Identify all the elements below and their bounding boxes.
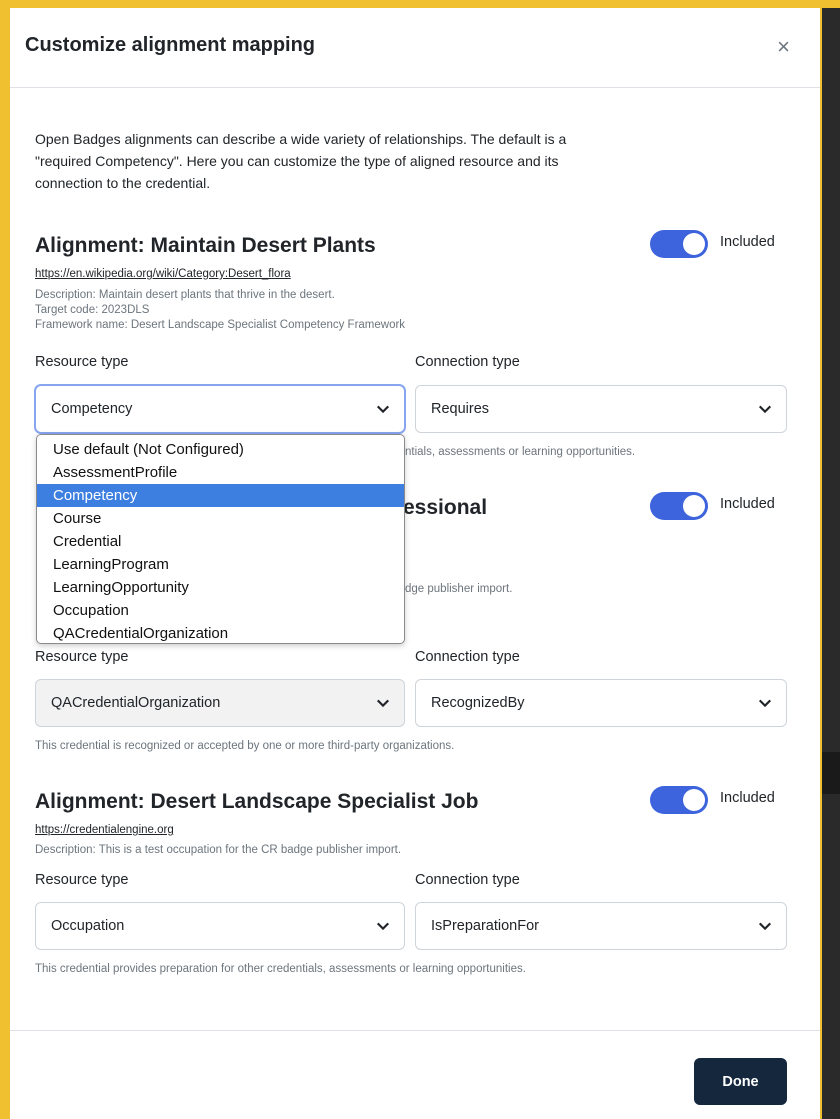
backdrop <box>822 0 840 1119</box>
dropdown-option[interactable]: LearningOpportunity <box>37 576 404 599</box>
dropdown-option[interactable]: Use default (Not Configured) <box>37 438 404 461</box>
select-value: QACredentialOrganization <box>51 695 221 711</box>
alignment-3-title: Alignment: Desert Landscape Specialist J… <box>35 790 479 813</box>
chevron-down-icon <box>376 699 390 708</box>
chevron-down-icon <box>758 922 772 931</box>
alignment-1-included-label: Included <box>720 234 775 250</box>
alignment-2-resource-type-label: Resource type <box>35 649 129 665</box>
select-value: RecognizedBy <box>431 695 525 711</box>
customize-alignment-modal: Customize alignment mapping × Open Badge… <box>10 8 820 1119</box>
alignment-3-resource-type-select[interactable]: Occupation <box>35 902 405 950</box>
done-button[interactable]: Done <box>694 1058 787 1105</box>
select-value: Occupation <box>51 918 125 934</box>
dropdown-option[interactable]: QACredentialOrganization <box>37 622 404 645</box>
dropdown-option[interactable]: LearningProgram <box>37 553 404 576</box>
alignment-2-title: fessional <box>396 496 488 519</box>
modal-title: Customize alignment mapping <box>25 34 316 56</box>
chevron-down-icon <box>758 699 772 708</box>
alignment-1-include-toggle[interactable] <box>650 230 708 258</box>
chevron-down-icon <box>376 405 390 414</box>
dropdown-option[interactable]: Credential <box>37 530 404 553</box>
alignment-2-include-toggle[interactable] <box>650 492 708 520</box>
alignment-1-connection-type-select[interactable]: Requires <box>415 385 787 433</box>
toggle-knob <box>683 789 705 811</box>
dropdown-option[interactable]: Course <box>37 507 404 530</box>
alignment-1-description: Description: Maintain desert plants that… <box>35 289 335 301</box>
alignment-3-connection-type-label: Connection type <box>415 872 520 888</box>
modal-footer-divider <box>10 1030 820 1031</box>
toggle-knob <box>683 495 705 517</box>
alignment-1-resource-type-select[interactable]: Competency <box>35 385 405 433</box>
alignment-1-connection-type-label: Connection type <box>415 354 520 370</box>
alignment-3-help-text: This credential provides preparation for… <box>35 963 526 975</box>
alignment-1-target-code: Target code: 2023DLS <box>35 304 150 316</box>
intro-text: Open Badges alignments can describe a wi… <box>35 131 567 191</box>
resource-type-dropdown-list: Use default (Not Configured) AssessmentP… <box>36 434 405 644</box>
alignment-1-title: Alignment: Maintain Desert Plants <box>35 234 376 257</box>
alignment-3-connection-type-select[interactable]: IsPreparationFor <box>415 902 787 950</box>
modal-header: Customize alignment mapping × <box>10 8 820 88</box>
select-value: Competency <box>51 401 133 417</box>
backdrop-dark-strip <box>822 752 840 794</box>
alignment-1-link[interactable]: https://en.wikipedia.org/wiki/Category:D… <box>35 268 291 280</box>
dropdown-option[interactable]: Occupation <box>37 599 404 622</box>
alignment-2-description: dge publisher import. <box>405 583 513 595</box>
alignment-2-included-label: Included <box>720 496 775 512</box>
backdrop-frame-strip <box>822 0 840 8</box>
select-value: IsPreparationFor <box>431 918 539 934</box>
dropdown-option-selected[interactable]: Competency <box>37 484 404 507</box>
alignment-2-help-text: This credential is recognized or accepte… <box>35 740 455 752</box>
chevron-down-icon <box>758 405 772 414</box>
alignment-3-resource-type-label: Resource type <box>35 872 129 888</box>
alignment-3-link[interactable]: https://credentialengine.org <box>35 824 174 836</box>
alignment-3-include-toggle[interactable] <box>650 786 708 814</box>
alignment-1-meta: Description: Maintain desert plants that… <box>35 288 405 333</box>
alignment-2-connection-type-label: Connection type <box>415 649 520 665</box>
alignment-2-connection-type-select[interactable]: RecognizedBy <box>415 679 787 727</box>
alignment-2-resource-type-select[interactable]: QACredentialOrganization <box>35 679 405 727</box>
alignment-3-included-label: Included <box>720 790 775 806</box>
alignment-1-help-text: ntials, assessments or learning opportun… <box>405 446 636 458</box>
alignment-1-framework: Framework name: Desert Landscape Special… <box>35 319 406 331</box>
chevron-down-icon <box>376 922 390 931</box>
toggle-knob <box>683 233 705 255</box>
alignment-3-description: Description: This is a test occupation f… <box>35 844 402 856</box>
alignment-1-resource-type-label: Resource type <box>35 354 129 370</box>
dropdown-option[interactable]: AssessmentProfile <box>37 461 404 484</box>
select-value: Requires <box>431 401 490 417</box>
close-icon[interactable]: × <box>777 36 790 58</box>
